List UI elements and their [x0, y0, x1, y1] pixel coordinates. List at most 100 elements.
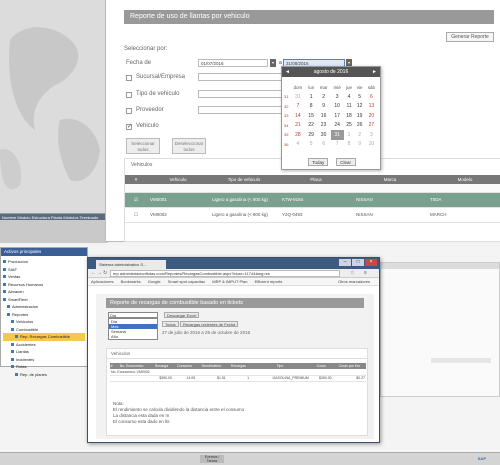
calendar-day[interactable]: 3: [331, 92, 344, 102]
tree-item[interactable]: Administracion: [3, 303, 85, 311]
tree-item[interactable]: SIAF: [3, 266, 85, 274]
minimize-icon[interactable]: –: [339, 259, 351, 266]
filter-cell[interactable]: [209, 184, 279, 193]
filter-cell[interactable]: [125, 184, 147, 193]
calendar-day[interactable]: 4: [344, 92, 355, 102]
calendar-day[interactable]: 29: [306, 130, 317, 140]
tree-item[interactable]: Llantas: [3, 348, 85, 356]
prev-month-icon[interactable]: ◄: [285, 67, 290, 77]
address-bar[interactable]: erp.administracionflotas.com/Reportes/Re…: [110, 270, 340, 277]
tree-item[interactable]: Rutas: [3, 363, 85, 371]
calendar-day[interactable]: 25: [344, 121, 355, 131]
recent-recharges-button[interactable]: Recargas recientes de Fecha: [180, 321, 239, 327]
calendar-day[interactable]: 31: [330, 130, 344, 140]
forward-icon[interactable]: →: [97, 270, 102, 276]
tree-item[interactable]: Rep. Recargas Combustible: [3, 333, 85, 341]
star-icon[interactable]: ☆: [350, 270, 354, 276]
checkbox-sucursal[interactable]: [126, 75, 132, 81]
calendar-day[interactable]: 14: [290, 111, 306, 121]
calendar-day[interactable]: 9: [354, 140, 364, 150]
tree-item[interactable]: Combustible: [3, 326, 85, 334]
column-header[interactable]: Vehiculo: [147, 175, 209, 184]
bookmark-item[interactable]: Otros marcadores: [338, 279, 370, 284]
calendar-day[interactable]: 30: [317, 130, 331, 140]
column-header[interactable]: Modelo: [427, 175, 500, 184]
calendar-day[interactable]: 5: [306, 140, 317, 150]
calendar-day[interactable]: 6: [365, 92, 378, 102]
calendar-day[interactable]: 1: [344, 130, 355, 140]
back-icon[interactable]: ←: [91, 270, 96, 276]
calendar-day[interactable]: 15: [306, 111, 317, 121]
calendar-day[interactable]: 22: [306, 121, 317, 131]
tree-item[interactable]: Accidentes: [3, 341, 85, 349]
table-row[interactable]: ☐ VM0002 Ligero a gasolina (< 800 kg) Y2…: [125, 207, 500, 223]
calendar-day[interactable]: 1: [306, 92, 317, 102]
tree-item[interactable]: Vehiculos: [3, 318, 85, 326]
maximize-icon[interactable]: □: [352, 259, 364, 266]
bookmark-item[interactable]: Google: [148, 279, 161, 284]
calendar-day[interactable]: 7: [331, 140, 344, 150]
calendar-day[interactable]: 16: [317, 111, 331, 121]
row-checkbox[interactable]: ☑: [125, 192, 147, 208]
calendar-day[interactable]: 21: [290, 121, 306, 131]
calendar-day[interactable]: 28: [290, 130, 306, 140]
calendar-day[interactable]: 4: [290, 140, 306, 150]
row-checkbox[interactable]: ☐: [125, 207, 147, 223]
column-header[interactable]: #: [125, 175, 147, 184]
browser-tab[interactable]: Sistema administrativo S...: [96, 260, 166, 269]
select-all-button[interactable]: Seleccionar todos: [126, 138, 160, 154]
filter-cell[interactable]: [427, 184, 500, 193]
calendar-day[interactable]: 2: [317, 92, 331, 102]
today-button[interactable]: Today: [308, 158, 329, 166]
calendar-day[interactable]: 20: [365, 111, 378, 121]
calendar-day[interactable]: 19: [354, 111, 364, 121]
checkbox-vehiculo[interactable]: [126, 123, 132, 130]
checkbox-tipo-vehiculo[interactable]: [126, 92, 132, 98]
column-header[interactable]: Tipo de vehiculo: [209, 175, 279, 184]
menu-icon[interactable]: ≡: [364, 270, 367, 276]
checkbox-proveedor[interactable]: [126, 108, 132, 114]
filter-cell[interactable]: [353, 184, 427, 193]
calendar-day[interactable]: 23: [317, 121, 331, 131]
bookmark-item[interactable]: Bookmarks: [121, 279, 141, 284]
calendar-day[interactable]: 17: [331, 111, 344, 121]
dropdown-option[interactable]: Año: [109, 334, 157, 339]
generate-report-button[interactable]: Generar Reporte: [446, 32, 494, 42]
calendar-day[interactable]: 11: [344, 102, 355, 112]
tree-item[interactable]: Recursos Humanos: [3, 281, 85, 289]
next-month-icon[interactable]: ►: [372, 67, 377, 77]
calendar-day[interactable]: 24: [331, 121, 344, 131]
tree-item[interactable]: Produccion: [3, 258, 85, 266]
table-row[interactable]: ☑ VM0001 Ligero a gasolina (< 800 kg) K7…: [125, 192, 500, 208]
calendar-day[interactable]: 10: [365, 140, 378, 150]
tree-item[interactable]: SmartFleet: [3, 296, 85, 304]
calendar-day[interactable]: 10: [331, 102, 344, 112]
calendar-day[interactable]: 27: [365, 121, 378, 131]
calendar-day[interactable]: 2: [354, 130, 364, 140]
tree-item[interactable]: Incidentes: [3, 356, 85, 364]
bookmark-item[interactable]: MRP & IMPUT Plan: [212, 279, 247, 284]
calendar-day[interactable]: 9: [317, 102, 331, 112]
column-header[interactable]: Marca: [353, 175, 427, 184]
tree-item[interactable]: Reportes: [3, 311, 85, 319]
calendar-day[interactable]: 26: [354, 121, 364, 131]
bookmark-item[interactable]: Efficient reports: [255, 279, 283, 284]
bookmark-item[interactable]: Smart spot capacitac: [168, 279, 205, 284]
calendar-day[interactable]: 12: [354, 102, 364, 112]
calendar-day[interactable]: 5: [354, 92, 364, 102]
column-header[interactable]: Placa: [279, 175, 353, 184]
calendar-day[interactable]: 3: [365, 130, 378, 140]
filter-cell[interactable]: [147, 184, 209, 193]
tree-item[interactable]: Ventas: [3, 273, 85, 281]
all-button[interactable]: Todos: [162, 321, 179, 327]
calendar-day[interactable]: 8: [344, 140, 355, 150]
close-icon[interactable]: ×: [365, 259, 377, 266]
reload-icon[interactable]: ↻: [103, 270, 107, 276]
deselect-all-button[interactable]: Deseleccionar todos: [172, 138, 206, 154]
calendar-icon[interactable]: ▾: [270, 59, 276, 67]
calendar-day[interactable]: 6: [317, 140, 331, 150]
bookmark-item[interactable]: Aplicaciones: [91, 279, 113, 284]
tree-item[interactable]: Almacen: [3, 288, 85, 296]
table-row[interactable]: $390.00 14.05 $1.51 1 GASOLINA_PREMIUM $390.0…: [110, 375, 366, 382]
taskbar-item[interactable]: Eventos / Tareas: [200, 455, 224, 463]
